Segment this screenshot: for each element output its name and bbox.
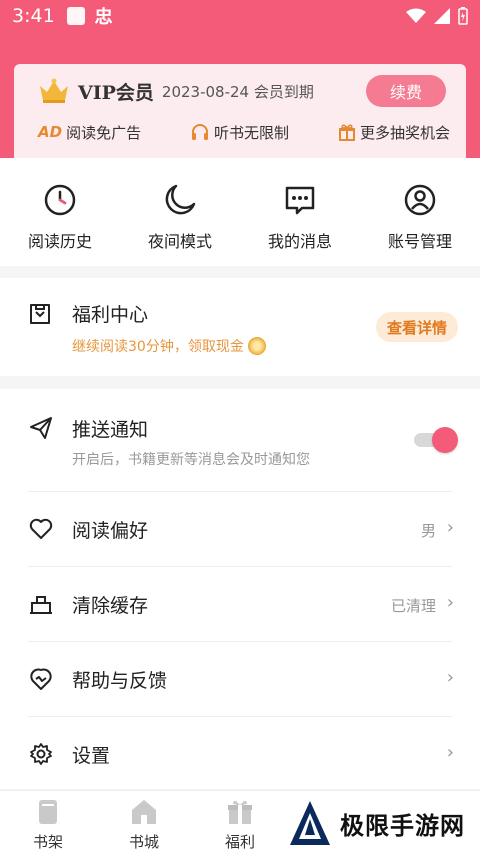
- view-details-button[interactable]: 查看详情: [376, 312, 458, 342]
- reading-pref-value: 男: [420, 522, 436, 540]
- store-icon: [132, 800, 156, 824]
- tab-welfare[interactable]: 福利: [192, 791, 288, 853]
- reading-pref-row[interactable]: 阅读偏好 男 ›: [0, 492, 480, 566]
- clear-cache-row[interactable]: 清除缓存 已清理 ›: [0, 567, 480, 641]
- welfare-subtitle-text: 继续阅读30分钟，领取现金: [72, 339, 244, 355]
- settings-list: 推送通知 开启后，书籍更新等消息会及时通知您 阅读偏好 男 › 清除缓存 已清理…: [0, 389, 480, 789]
- quick-label: 夜间模式: [147, 232, 212, 251]
- ad-icon: AD: [38, 123, 63, 141]
- status-time: 3:41: [12, 5, 55, 27]
- notification-app-icon: [66, 7, 85, 25]
- help-label: 帮助与反馈: [72, 670, 168, 692]
- welfare-icon: [30, 304, 50, 324]
- crown-icon: [40, 78, 68, 103]
- quick-account[interactable]: 账号管理: [360, 158, 480, 266]
- renew-button[interactable]: 续费: [366, 75, 446, 107]
- push-sub: 开启后，书籍更新等消息会及时通知您: [72, 452, 310, 468]
- push-notification-row: 推送通知 开启后，书籍更新等消息会及时通知您: [0, 389, 480, 491]
- quick-night-mode[interactable]: 夜间模式: [120, 158, 240, 266]
- settings-label: 设置: [72, 745, 111, 767]
- vip-title: VIP会员: [78, 81, 154, 104]
- quick-reading-history[interactable]: 阅读历史: [0, 158, 120, 266]
- user-icon: [404, 184, 436, 216]
- clear-cache-label: 清除缓存: [72, 595, 149, 617]
- quick-messages[interactable]: 我的消息: [240, 158, 360, 266]
- chevron-right-icon: ›: [446, 742, 454, 763]
- help-feedback-row[interactable]: 帮助与反馈 ›: [0, 642, 480, 716]
- vip-expiry: 2023-08-24 会员到期: [161, 82, 314, 101]
- tab-label: 书架: [32, 833, 63, 851]
- coin-icon: [247, 337, 266, 355]
- send-icon: [30, 417, 52, 439]
- tab-label: 书城: [128, 833, 159, 851]
- perk-label: 更多抽奖机会: [359, 123, 450, 142]
- push-toggle[interactable]: [414, 427, 458, 453]
- gift-icon: [338, 124, 355, 141]
- settings-row[interactable]: 设置 ›: [0, 717, 480, 789]
- clear-cache-value: 已清理: [390, 597, 436, 615]
- wifi-icon: [406, 8, 426, 23]
- welfare-center[interactable]: 福利中心 继续阅读30分钟，领取现金 查看详情: [0, 278, 480, 376]
- notification-glyph: 忠: [94, 7, 113, 28]
- watermark: 极限手游网: [280, 793, 480, 853]
- gear-icon: [30, 743, 52, 765]
- welfare-title: 福利中心: [72, 304, 149, 326]
- quick-actions: 阅读历史 夜间模式 我的消息 账号管理: [0, 158, 480, 266]
- perk-lottery: 更多抽奖机会: [338, 122, 450, 143]
- quick-label: 我的消息: [267, 232, 332, 251]
- status-icons: [406, 7, 468, 25]
- moon-icon: [165, 184, 196, 215]
- welfare-subtitle: 继续阅读30分钟，领取现金: [72, 336, 266, 356]
- bookshelf-icon: [39, 800, 57, 824]
- perk-label: 听书无限制: [214, 123, 290, 142]
- help-icon: [30, 668, 52, 690]
- toggle-knob: [432, 427, 458, 453]
- message-icon: [285, 186, 315, 215]
- tab-store[interactable]: 书城: [96, 791, 192, 853]
- heart-icon: [29, 518, 53, 539]
- watermark-logo-icon: [290, 801, 330, 845]
- tab-bookshelf[interactable]: 书架: [0, 791, 96, 853]
- push-label: 推送通知: [72, 419, 149, 441]
- clock-icon: [44, 184, 76, 216]
- battery-icon: [458, 7, 468, 25]
- broom-icon: [30, 596, 52, 614]
- chevron-right-icon: ›: [446, 517, 454, 538]
- status-bar: 3:41 忠: [0, 0, 480, 32]
- quick-label: 阅读历史: [27, 232, 92, 251]
- vip-card[interactable]: VIP会员 2023-08-24 会员到期 续费 AD 阅读免广告 听书无限制 …: [14, 64, 466, 158]
- gift-icon: [228, 800, 252, 824]
- headphones-icon: [192, 124, 209, 140]
- reading-pref-label: 阅读偏好: [72, 520, 149, 542]
- watermark-text: 极限手游网: [340, 811, 465, 840]
- perk-label: 阅读免广告: [66, 123, 142, 142]
- chevron-right-icon: ›: [446, 667, 454, 688]
- quick-label: 账号管理: [387, 232, 452, 251]
- perk-audiobook: 听书无限制: [190, 122, 289, 143]
- tab-label: 福利: [224, 833, 255, 851]
- chevron-right-icon: ›: [446, 592, 454, 613]
- signal-icon: [434, 8, 450, 24]
- perk-no-ads: AD 阅读免广告: [38, 122, 141, 143]
